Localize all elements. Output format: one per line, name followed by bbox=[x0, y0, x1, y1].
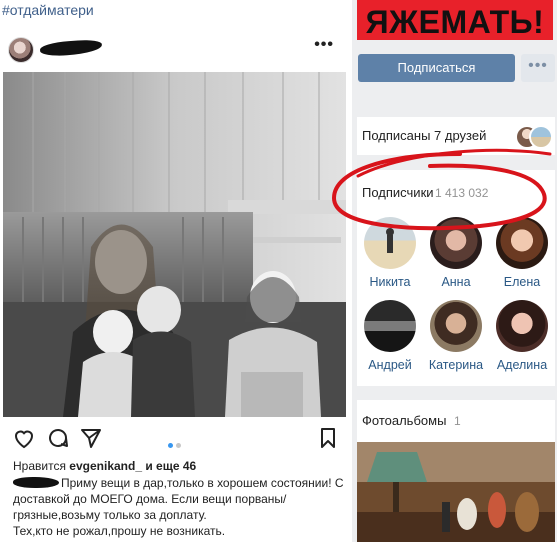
share-icon[interactable] bbox=[79, 426, 103, 450]
photo-albums-card: Фотоальбомы 1 bbox=[357, 400, 555, 542]
instagram-post: ••• Нравится evgenikand_ и еще 46 Приму … bbox=[0, 26, 350, 542]
subscriber-item[interactable]: Аделина bbox=[489, 300, 555, 372]
subscriber-name[interactable]: Никита bbox=[357, 275, 423, 289]
subscribers-count: 1 413 032 bbox=[435, 186, 489, 200]
more-actions-button[interactable]: ••• bbox=[521, 54, 555, 82]
friends-card[interactable]: Подписаны 7 друзей bbox=[357, 117, 555, 155]
album-thumbnail[interactable] bbox=[357, 442, 555, 542]
friends-following-label[interactable]: Подписаны 7 друзей bbox=[362, 128, 486, 143]
likes-user[interactable]: evgenikand_ bbox=[69, 459, 142, 473]
post-actions bbox=[0, 426, 350, 452]
subscriber-item[interactable]: Никита bbox=[357, 217, 423, 289]
caption-username-redacted bbox=[13, 477, 59, 488]
bookmark-icon[interactable] bbox=[316, 426, 340, 450]
likes-prefix: Нравится bbox=[13, 459, 66, 473]
avatar[interactable] bbox=[496, 217, 548, 269]
avatar[interactable] bbox=[430, 300, 482, 352]
avatar[interactable] bbox=[364, 300, 416, 352]
username-redacted bbox=[39, 38, 103, 58]
subscriber-name[interactable]: Катерина bbox=[423, 358, 489, 372]
subscriber-name[interactable]: Андрей bbox=[357, 358, 423, 372]
post-photo bbox=[3, 72, 346, 417]
comment-icon[interactable] bbox=[46, 426, 70, 450]
avatar[interactable] bbox=[529, 125, 553, 149]
hashtag[interactable]: #отдайматери bbox=[2, 2, 94, 18]
avatar[interactable] bbox=[8, 37, 34, 63]
photo-albums-label[interactable]: Фотоальбомы bbox=[362, 413, 446, 428]
avatar[interactable] bbox=[430, 217, 482, 269]
likes-suffix[interactable]: и еще 46 bbox=[145, 459, 196, 473]
subscribers-label[interactable]: Подписчики bbox=[362, 185, 434, 200]
subscriber-item[interactable]: Анна bbox=[423, 217, 489, 289]
avatar[interactable] bbox=[364, 217, 416, 269]
subscriber-name[interactable]: Елена bbox=[489, 275, 555, 289]
carousel-dots bbox=[168, 435, 184, 453]
subscribers-card: Подписчики 1 413 032 Никита Анна Елена А… bbox=[357, 170, 555, 386]
subscriber-item[interactable]: Елена bbox=[489, 217, 555, 289]
subscriber-name[interactable]: Аделина bbox=[489, 358, 555, 372]
post-header: ••• bbox=[0, 26, 350, 70]
photo-albums-count: 1 bbox=[454, 414, 461, 428]
caption-text-2: Тех,кто не рожал,прошу не возникать. bbox=[13, 524, 226, 538]
likes-line: Нравится evgenikand_ и еще 46 bbox=[13, 459, 196, 473]
heart-icon[interactable] bbox=[12, 426, 36, 450]
caption-text-1: Приму вещи в дар,только в хорошем состоя… bbox=[13, 476, 344, 522]
avatar[interactable] bbox=[496, 300, 548, 352]
subscriber-name[interactable]: Анна bbox=[423, 275, 489, 289]
subscriber-item[interactable]: Андрей bbox=[357, 300, 423, 372]
vk-sidebar: ЯЖЕМАТЬ! Подписаться ••• Подписаны 7 дру… bbox=[352, 0, 557, 542]
ellipsis-icon[interactable]: ••• bbox=[314, 36, 334, 54]
friends-avatars[interactable] bbox=[515, 125, 555, 149]
subscriber-item[interactable]: Катерина bbox=[423, 300, 489, 372]
subscribe-button[interactable]: Подписаться bbox=[358, 54, 515, 82]
post-caption: Приму вещи в дар,только в хорошем состоя… bbox=[13, 475, 348, 539]
group-banner: ЯЖЕМАТЬ! bbox=[357, 0, 553, 40]
